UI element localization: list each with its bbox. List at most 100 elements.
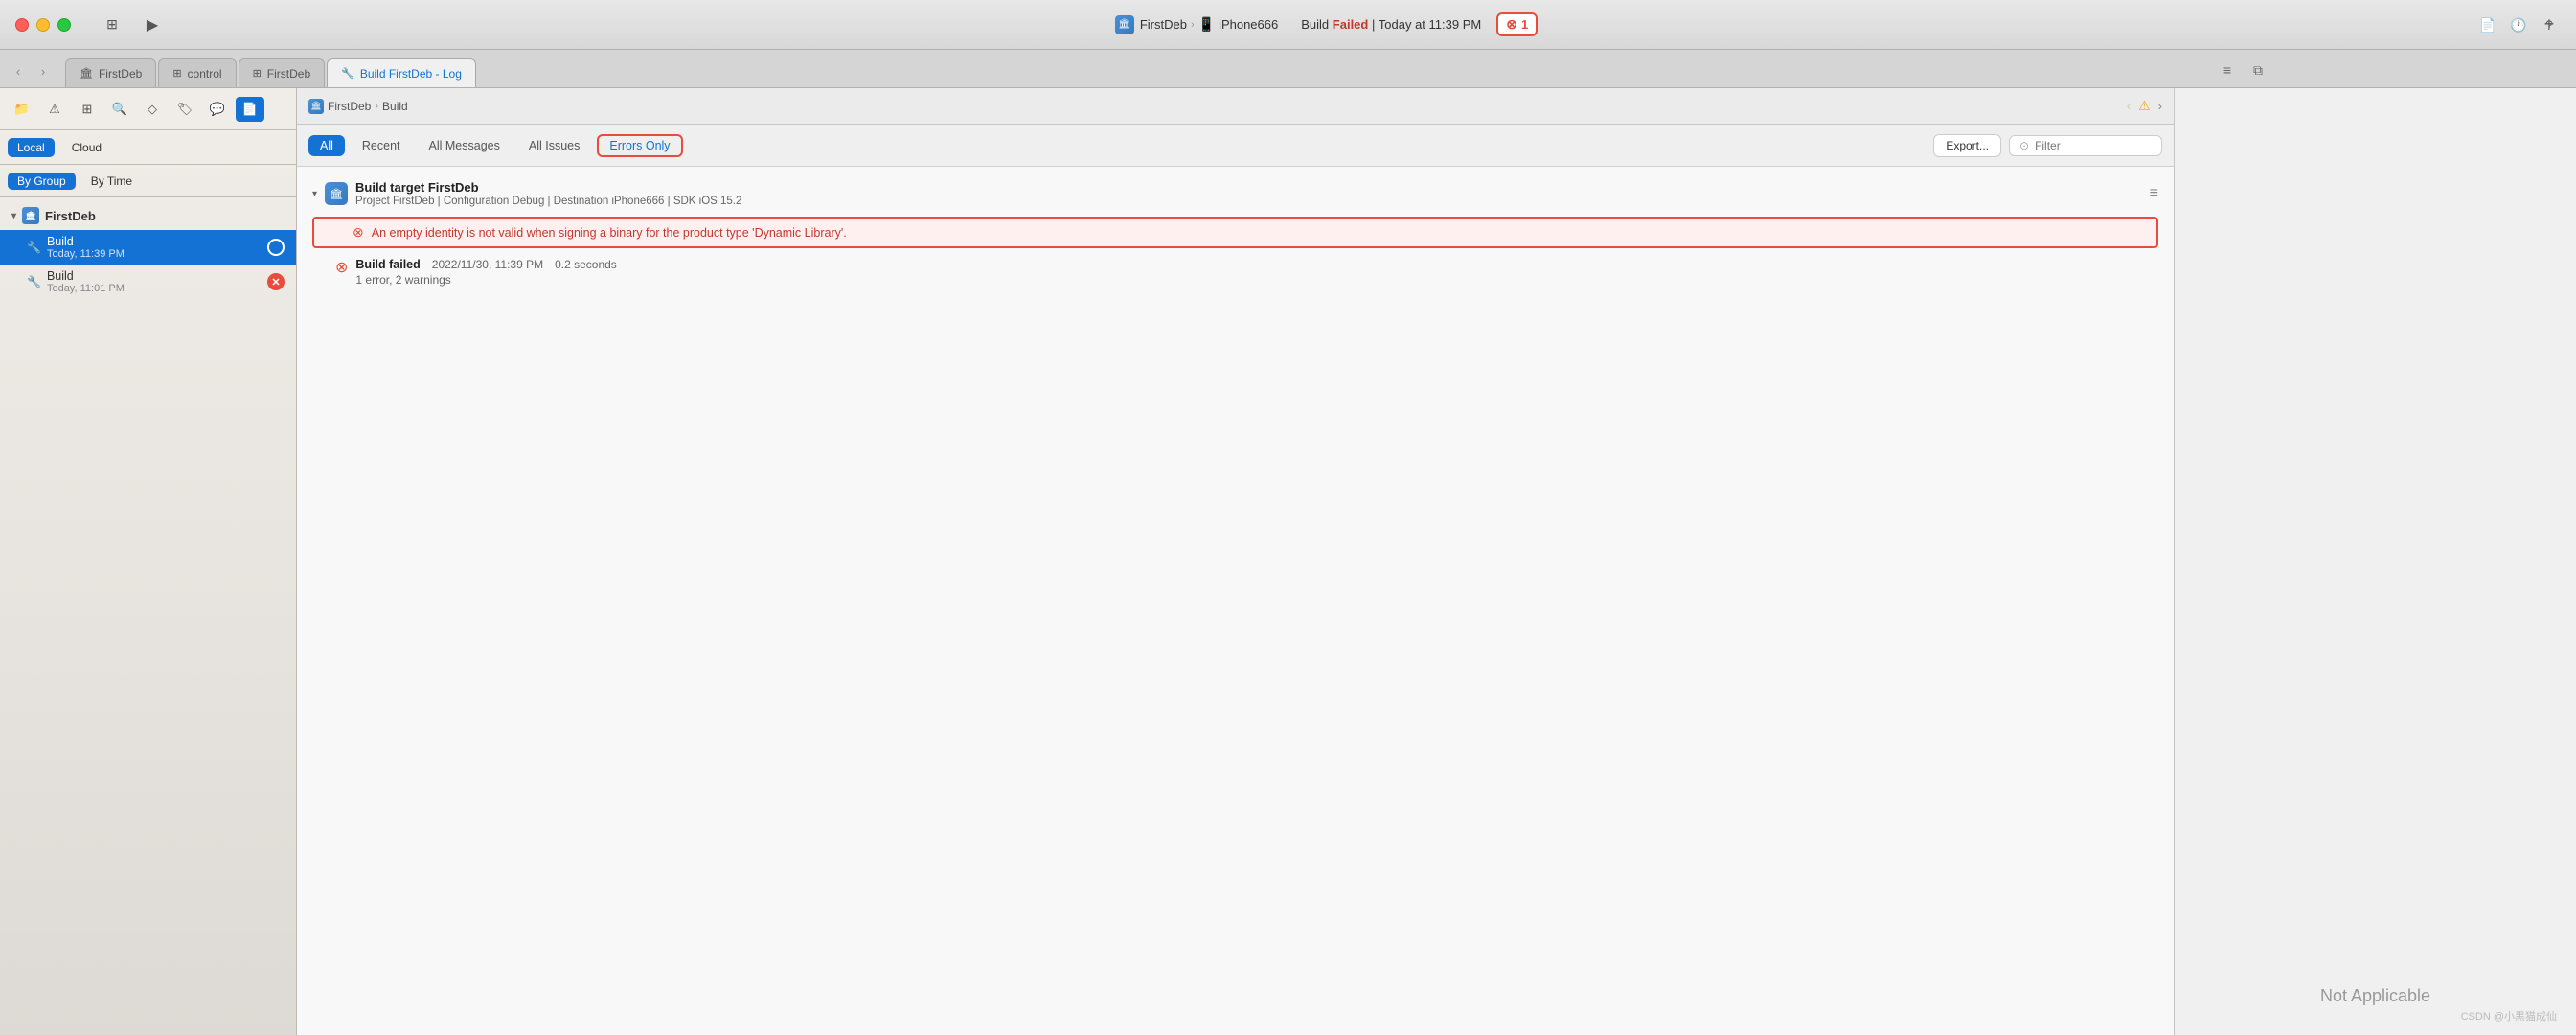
scope-local-button[interactable]: Local xyxy=(8,138,55,157)
breadcrumb-project-icon: 🏛 xyxy=(308,99,324,114)
filter-all-messages-button[interactable]: All Messages xyxy=(418,135,512,156)
sidebar-tool-bubble[interactable]: 💬 xyxy=(203,97,232,122)
filter-bar: All Recent All Messages All Issues Error… xyxy=(297,125,2174,167)
filter-errors-only-button[interactable]: Errors Only xyxy=(597,134,682,157)
tab-firstdeb2-label: FirstDeb xyxy=(267,67,310,80)
not-applicable-label: Not Applicable xyxy=(2320,986,2430,1006)
error-row: ⊗ An empty identity is not valid when si… xyxy=(312,217,2158,248)
build-failed-icon: ⊗ xyxy=(335,258,348,277)
build-status-time: Today at 11:39 PM xyxy=(1379,17,1481,32)
panel-toolbar: 🏛 FirstDeb › Build ‹ ⚠ › xyxy=(297,88,2174,125)
section-icon: 🏛 xyxy=(325,182,348,205)
sidebar-tool-tag[interactable]: 🏷 xyxy=(171,97,199,122)
group-by-group-button[interactable]: By Group xyxy=(8,172,76,190)
build-log: ▾ 🏛 Build target FirstDeb Project FirstD… xyxy=(297,167,2174,1035)
breadcrumb-build: Build xyxy=(382,100,408,113)
build-label-old: Build xyxy=(47,269,262,283)
filter-all-issues-button[interactable]: All Issues xyxy=(517,135,592,156)
build-time-old: Today, 11:01 PM xyxy=(47,283,262,294)
project-name: FirstDeb xyxy=(45,209,96,223)
breadcrumb-sep: › xyxy=(375,101,378,112)
minimize-button[interactable] xyxy=(36,18,50,32)
filter-recent-button[interactable]: Recent xyxy=(351,135,412,156)
app-name-section: 🏛 FirstDeb xyxy=(1115,15,1187,34)
lines-icon[interactable]: ≡ xyxy=(2216,58,2239,81)
tab-prev-button[interactable]: ‹ xyxy=(8,60,29,81)
app-name-label: FirstDeb xyxy=(1140,17,1187,32)
section-chevron: ▾ xyxy=(312,189,317,199)
build-section-header: ▾ 🏛 Build target FirstDeb Project FirstD… xyxy=(297,174,2174,213)
sidebar-tool-folder[interactable]: 📁 xyxy=(8,97,36,122)
sidebar-group-bar: By Group By Time xyxy=(0,165,296,197)
watermark: CSDN @小黑猫成仙 xyxy=(2461,1008,2557,1024)
tabbar-right-icons: 📄 🕐 ? xyxy=(2476,13,2561,36)
build-failed-label: Build failed xyxy=(355,258,420,271)
export-button[interactable]: Export... xyxy=(1933,134,2001,157)
sidebar-content: ▾ 🏛 FirstDeb 🔧 Build Today, 11:39 PM 🔧 B… xyxy=(0,197,296,1035)
tab-firstdeb[interactable]: 🏛 FirstDeb xyxy=(65,58,156,87)
breadcrumb-arrow-1: › xyxy=(1191,19,1195,31)
section-menu-button[interactable]: ≡ xyxy=(2150,185,2158,202)
maximize-button[interactable] xyxy=(57,18,71,32)
build-label-selected: Build xyxy=(47,235,262,248)
titlebar: ⊞ ▶ 🏛 FirstDeb › 📱 iPhone666 Build Faile… xyxy=(0,0,2576,50)
clock-icon[interactable]: 🕐 xyxy=(2507,13,2530,36)
play-button[interactable]: ▶ xyxy=(138,13,167,36)
main-content: 📁 ⚠ ⊞ 🔍 ◇ 🏷 💬 📄 Local Cloud By Group By … xyxy=(0,88,2576,1035)
tab-build-icon: 🔧 xyxy=(341,67,354,80)
main-panel: 🏛 FirstDeb › Build ‹ ⚠ › All Recent All … xyxy=(297,88,2174,1035)
build-failed-date: 2022/11/30, 11:39 PM xyxy=(432,258,543,271)
device-name: iPhone666 xyxy=(1219,17,1278,32)
sidebar-item-build-old[interactable]: 🔧 Build Today, 11:01 PM ✕ xyxy=(0,264,296,299)
breadcrumb-project: FirstDeb xyxy=(328,100,371,113)
build-icon-old: 🔧 xyxy=(27,275,41,288)
group-by-time-button[interactable]: By Time xyxy=(81,172,142,190)
tab-build-log[interactable]: 🔧 Build FirstDeb - Log xyxy=(327,58,476,87)
build-failed-row: ⊗ Build failed 2022/11/30, 11:39 PM 0.2 … xyxy=(297,252,2174,292)
build-failed-summary: 1 error, 2 warnings xyxy=(355,273,616,287)
tab-firstdeb-label: FirstDeb xyxy=(99,67,142,80)
tab-firstdeb2[interactable]: ⊞ FirstDeb xyxy=(239,58,326,87)
build-failed-info: Build failed 2022/11/30, 11:39 PM 0.2 se… xyxy=(355,258,616,287)
section-sub: Project FirstDeb | Configuration Debug |… xyxy=(355,196,2142,207)
build-time-selected: Today, 11:39 PM xyxy=(47,248,262,260)
close-button[interactable] xyxy=(15,18,29,32)
tab-build-label: Build FirstDeb - Log xyxy=(360,67,462,80)
build-icon-selected: 🔧 xyxy=(27,241,41,254)
filter-icon: ⊙ xyxy=(2019,139,2029,152)
filter-bar-right: Export... ⊙ xyxy=(1933,134,2162,157)
sidebar-tool-diamond[interactable]: ◇ xyxy=(138,97,167,122)
panel-toolbar-right: ‹ ⚠ › xyxy=(2127,98,2162,114)
tab-control-icon: ⊞ xyxy=(172,67,181,80)
error-count: 1 xyxy=(1521,17,1528,32)
help-icon[interactable]: ? xyxy=(2538,13,2561,36)
section-title: Build target FirstDeb xyxy=(355,180,2142,195)
tab-next-button[interactable]: › xyxy=(33,60,54,81)
tab-control[interactable]: ⊞ control xyxy=(158,58,236,87)
build-status: Build Failed | Today at 11:39 PM xyxy=(1301,17,1481,32)
section-info: Build target FirstDeb Project FirstDeb |… xyxy=(355,180,2142,207)
doc-icon[interactable]: 📄 xyxy=(2476,13,2499,36)
filter-input-wrap: ⊙ xyxy=(2009,135,2162,156)
tabbar: ‹ › 🏛 FirstDeb ⊞ control ⊞ FirstDeb 🔧 Bu… xyxy=(0,50,2576,88)
sidebar-tool-search[interactable]: 🔍 xyxy=(105,97,134,122)
app-icon: 🏛 xyxy=(1115,15,1134,34)
sidebar: 📁 ⚠ ⊞ 🔍 ◇ 🏷 💬 📄 Local Cloud By Group By … xyxy=(0,88,297,1035)
error-badge: ⊗ 1 xyxy=(1496,12,1538,36)
filter-all-button[interactable]: All xyxy=(308,135,345,156)
nav-prev-button[interactable]: ‹ xyxy=(2127,99,2131,113)
traffic-lights xyxy=(15,18,71,32)
scope-cloud-button[interactable]: Cloud xyxy=(62,138,111,157)
sidebar-toggle-button[interactable]: ⊞ xyxy=(98,13,126,36)
sidebar-tool-warn[interactable]: ⚠ xyxy=(40,97,69,122)
split-view-icon[interactable]: ⧉ xyxy=(2246,58,2269,81)
build-failed-duration: 0.2 seconds xyxy=(555,258,617,271)
sidebar-item-build-selected[interactable]: 🔧 Build Today, 11:39 PM xyxy=(0,230,296,264)
sidebar-tool-grid[interactable]: ⊞ xyxy=(73,97,102,122)
nav-next-button[interactable]: › xyxy=(2158,99,2162,113)
build-status-state: Failed xyxy=(1333,17,1369,32)
sidebar-scope: Local Cloud xyxy=(0,130,296,165)
error-message: An empty identity is not valid when sign… xyxy=(372,226,847,240)
filter-input[interactable] xyxy=(2035,139,2152,152)
sidebar-tool-doc[interactable]: 📄 xyxy=(236,97,264,122)
